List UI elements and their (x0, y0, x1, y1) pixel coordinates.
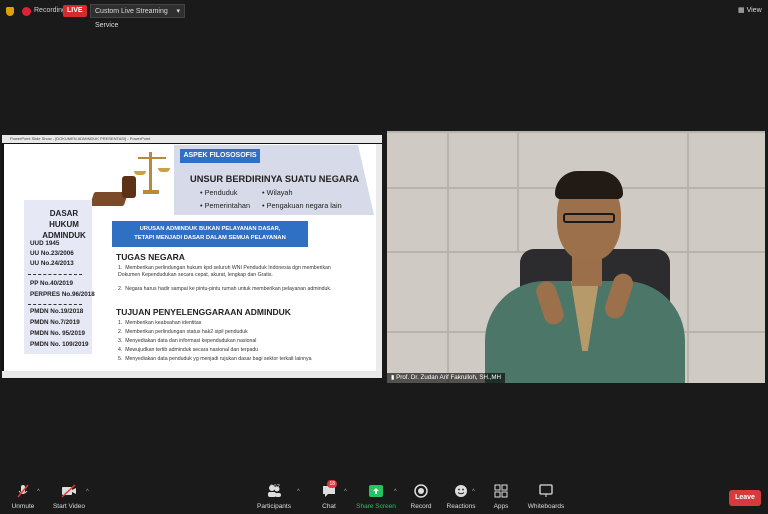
start-video-button[interactable]: Start Video (39, 484, 99, 510)
wall-line (687, 131, 689, 383)
start-video-label: Start Video (52, 503, 86, 510)
tugas-item: 2. Negara harus hadir sampai ke pintu-pi… (118, 286, 332, 292)
share-screen-label: Share Screen (356, 503, 396, 510)
tujuan-item: 1. Memberikan keabsahan identitas (118, 320, 202, 326)
regulation-item: PMDN No.7/2019 (30, 319, 80, 326)
apps-icon (493, 484, 509, 498)
participant-video[interactable] (387, 131, 765, 383)
view-label: View (746, 7, 762, 14)
view-grid-icon: ▦ (738, 7, 745, 14)
share-screen-icon (368, 484, 384, 498)
slide-status-bar (2, 371, 382, 378)
whiteboards-label: Whiteboards (527, 503, 565, 510)
live-badge[interactable]: LIVE (63, 5, 87, 17)
whiteboard-icon (538, 484, 554, 498)
whiteboards-button[interactable]: Whiteboards (516, 484, 576, 510)
slide-window-title: PowerPoint Slide Show - [DOKUMEN ADMINDU… (2, 135, 382, 143)
speaker-hair (555, 171, 623, 199)
live-stream-service-dropdown[interactable]: Custom Live Streaming Service ▾ (90, 4, 185, 29)
tujuan-item: 3. Menyediakan data dan informasi kepend… (118, 338, 257, 344)
security-shield-icon[interactable] (6, 7, 14, 16)
scales-pan-right (158, 168, 170, 172)
divider (28, 304, 82, 305)
participants-button[interactable]: 897 Participants (244, 484, 304, 510)
wall-line (517, 131, 519, 251)
regulation-item: PERPRES No.96/2018 (30, 291, 95, 298)
wall-line (447, 131, 449, 383)
view-button[interactable]: ▦ View (738, 6, 762, 14)
aspek-label: ASPEK FILOSOSOFIS (180, 149, 260, 163)
reactions-smile-icon (453, 484, 469, 498)
slide-scrollbar[interactable] (376, 144, 382, 371)
presentation-slide: ASPEK FILOSOSOFIS UNSUR BERDIRINYA SUATU… (4, 144, 382, 371)
participants-count: 897 (270, 485, 281, 491)
chevron-down-icon: ▾ (176, 8, 180, 15)
stream-service-label: Custom Live Streaming Service (95, 8, 168, 29)
scales-beam (138, 157, 166, 159)
urusan-line-2: TETAPI MENJADI DASAR DALAM SEMUA PELAYAN… (134, 235, 286, 241)
apps-label: Apps (493, 503, 509, 510)
regulation-item: PMDN No. 95/2019 (30, 330, 85, 337)
regulation-item: UUD 1945 (30, 240, 60, 247)
unmute-label: Unmute (11, 503, 35, 510)
speaker-glasses (563, 213, 615, 223)
tujuan-item: 4. Mewujudkan tertib adminduk secara nas… (118, 347, 259, 353)
unsur-item: • Penduduk (200, 188, 238, 197)
regulation-item: PP No.40/2019 (30, 280, 73, 287)
unsur-item: • Wilayah (262, 188, 293, 197)
chat-icon: 18 (321, 480, 337, 498)
regulation-item: PMDN No. 109/2019 (30, 341, 89, 348)
video-off-icon (61, 484, 77, 498)
recording-icon (22, 7, 31, 16)
unsur-title: UNSUR BERDIRINYA SUATU NEGARA (190, 174, 360, 184)
participant-name: Prof. Dr. Zudan Arif Fakrulloh, SH.,MH (396, 374, 502, 381)
participants-label: Participants (257, 503, 291, 510)
scales-base (143, 190, 159, 194)
gavel-icon (122, 176, 136, 198)
chat-unread-badge: 18 (327, 480, 337, 488)
tugas-item: 1. Memberikan perlindungan hukum kpd sel… (118, 265, 331, 278)
microphone-muted-icon (15, 484, 31, 498)
unsur-item: • Pemerintahan (200, 201, 251, 210)
regulation-item: UU No.23/2006 (30, 250, 74, 257)
tugas-negara-title: TUGAS NEGARA (116, 252, 185, 262)
leave-button[interactable]: Leave (729, 490, 761, 506)
record-label: Record (410, 503, 432, 510)
scales-pan-left (134, 171, 146, 175)
regulation-item: UU No.24/2013 (30, 260, 74, 267)
unsur-item: • Pengakuan negara lain (262, 201, 342, 210)
regulation-item: PMDN No.19/2018 (30, 308, 84, 315)
tujuan-item: 2. Memberikan perlindungan status hak2 s… (118, 329, 248, 335)
divider (28, 274, 82, 275)
participants-icon: 897 (254, 484, 294, 498)
video-options-caret[interactable]: ^ (86, 489, 89, 495)
meeting-top-bar: Recording LIVE Custom Live Streaming Ser… (0, 0, 768, 29)
audio-level-icon: ▮ (391, 374, 395, 381)
chat-label: Chat (322, 503, 336, 510)
dasar-hukum-title: DASAR HUKUM ADMINDUK (42, 209, 86, 240)
record-icon (413, 484, 429, 498)
tujuan-title: TUJUAN PENYELENGGARAAN ADMINDUK (116, 307, 291, 317)
recording-label: Recording (34, 7, 66, 14)
tujuan-item: 5. Menyediakan data penduduk yg menjadi … (118, 356, 312, 362)
urusan-banner: URUSAN ADMINDUK BUKAN PELAYANAN DASAR, T… (112, 221, 308, 247)
urusan-line-1: URUSAN ADMINDUK BUKAN PELAYANAN DASAR, (139, 226, 281, 232)
wall-line (387, 131, 765, 133)
participant-name-label: ▮ Prof. Dr. Zudan Arif Fakrulloh, SH.,MH (387, 373, 506, 383)
